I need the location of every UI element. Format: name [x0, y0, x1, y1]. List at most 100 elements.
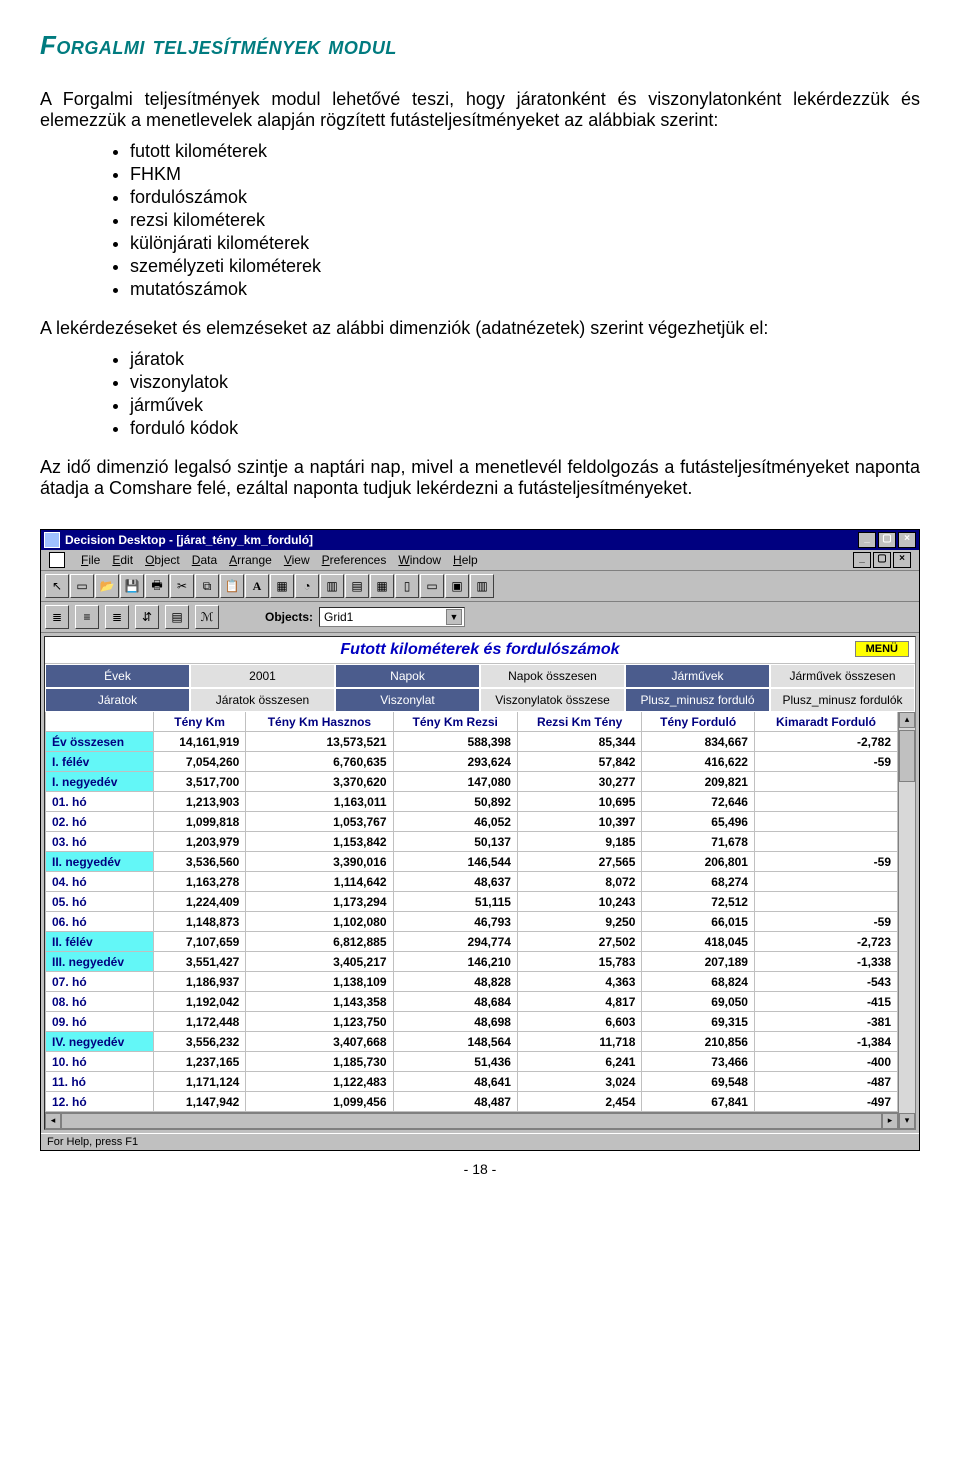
sort-icon[interactable]: ⇵: [135, 605, 159, 629]
cell[interactable]: 10,243: [517, 892, 641, 912]
cell[interactable]: 48,684: [393, 992, 517, 1012]
cell[interactable]: 50,137: [393, 832, 517, 852]
layout-icon[interactable]: ▯: [395, 574, 419, 598]
cell[interactable]: 10,397: [517, 812, 641, 832]
cell[interactable]: 1,153,842: [246, 832, 393, 852]
maximize-button[interactable]: ▢: [878, 532, 896, 548]
cell[interactable]: 69,050: [642, 992, 755, 1012]
cell[interactable]: 1,224,409: [153, 892, 245, 912]
cell[interactable]: 48,828: [393, 972, 517, 992]
table-row[interactable]: II. negyedév3,536,5603,390,016146,54427,…: [46, 852, 898, 872]
cell[interactable]: 1,138,109: [246, 972, 393, 992]
cell[interactable]: 1,172,448: [153, 1012, 245, 1032]
cell[interactable]: 588,398: [393, 732, 517, 752]
cell[interactable]: 73,466: [642, 1052, 755, 1072]
cell[interactable]: 3,556,232: [153, 1032, 245, 1052]
align-center-icon[interactable]: ≡: [75, 605, 99, 629]
cell[interactable]: 1,099,456: [246, 1092, 393, 1112]
menu-button[interactable]: MENÜ: [855, 641, 909, 657]
cell[interactable]: 1,122,483: [246, 1072, 393, 1092]
dimension-header[interactable]: Évek: [45, 664, 190, 688]
paste-icon[interactable]: 📋: [220, 574, 244, 598]
table-row[interactable]: 02. hó1,099,8181,053,76746,05210,39765,4…: [46, 812, 898, 832]
row-header[interactable]: 02. hó: [46, 812, 154, 832]
table-row[interactable]: Év összesen14,161,91913,573,521588,39885…: [46, 732, 898, 752]
print-icon[interactable]: 🖶: [145, 574, 169, 598]
vscroll-thumb[interactable]: [899, 730, 915, 782]
cell[interactable]: 48,641: [393, 1072, 517, 1092]
properties-icon[interactable]: ▤: [165, 605, 189, 629]
cell[interactable]: 1,147,942: [153, 1092, 245, 1112]
menu-file[interactable]: File: [81, 553, 100, 567]
row-header[interactable]: 07. hó: [46, 972, 154, 992]
table-icon[interactable]: ▤: [345, 574, 369, 598]
cell[interactable]: 68,274: [642, 872, 755, 892]
cell[interactable]: 1,185,730: [246, 1052, 393, 1072]
cell[interactable]: 6,241: [517, 1052, 641, 1072]
table-row[interactable]: 05. hó1,224,4091,173,29451,11510,24372,5…: [46, 892, 898, 912]
dimension-header[interactable]: Napok: [335, 664, 480, 688]
mdi-maximize-button[interactable]: ▢: [873, 552, 891, 568]
hscroll-thumb[interactable]: [61, 1113, 882, 1129]
sheet-icon[interactable]: ▦: [370, 574, 394, 598]
cell[interactable]: 66,015: [642, 912, 755, 932]
horizontal-scrollbar[interactable]: ◂ ▸: [45, 1112, 898, 1129]
panel-icon[interactable]: ▣: [445, 574, 469, 598]
row-header[interactable]: 12. hó: [46, 1092, 154, 1112]
cell[interactable]: 27,565: [517, 852, 641, 872]
form-icon[interactable]: ▭: [420, 574, 444, 598]
cell[interactable]: 57,842: [517, 752, 641, 772]
cell[interactable]: 3,407,668: [246, 1032, 393, 1052]
cell[interactable]: 72,646: [642, 792, 755, 812]
table-row[interactable]: IV. negyedév3,556,2323,407,668148,56411,…: [46, 1032, 898, 1052]
data-grid[interactable]: Tény KmTény Km HasznosTény Km RezsiRezsi…: [45, 712, 898, 1112]
column-header[interactable]: Tény Km Hasznos: [246, 712, 393, 732]
column-header[interactable]: Tény Km Rezsi: [393, 712, 517, 732]
column-header[interactable]: Rezsi Km Tény: [517, 712, 641, 732]
menu-data[interactable]: Data: [192, 553, 217, 567]
table-row[interactable]: 11. hó1,171,1241,122,48348,6413,02469,54…: [46, 1072, 898, 1092]
cell[interactable]: -400: [754, 1052, 897, 1072]
cell[interactable]: 1,114,642: [246, 872, 393, 892]
cell[interactable]: 1,123,750: [246, 1012, 393, 1032]
cell[interactable]: -415: [754, 992, 897, 1012]
row-header[interactable]: III. negyedév: [46, 952, 154, 972]
table-row[interactable]: I. félév7,054,2606,760,635293,62457,8424…: [46, 752, 898, 772]
cell[interactable]: 48,487: [393, 1092, 517, 1112]
table-row[interactable]: III. negyedév3,551,4273,405,217146,21015…: [46, 952, 898, 972]
cell[interactable]: [754, 892, 897, 912]
menu-help[interactable]: Help: [453, 553, 478, 567]
column-header[interactable]: Tény Km: [153, 712, 245, 732]
cell[interactable]: 11,718: [517, 1032, 641, 1052]
objects-combo[interactable]: Grid1: [319, 607, 465, 627]
cell[interactable]: -2,723: [754, 932, 897, 952]
row-header[interactable]: Év összesen: [46, 732, 154, 752]
cell[interactable]: 1,173,294: [246, 892, 393, 912]
cell[interactable]: 6,603: [517, 1012, 641, 1032]
row-header[interactable]: 06. hó: [46, 912, 154, 932]
cell[interactable]: 65,496: [642, 812, 755, 832]
menu-edit[interactable]: Edit: [112, 553, 133, 567]
cell[interactable]: -59: [754, 752, 897, 772]
save-icon[interactable]: 💾: [120, 574, 144, 598]
row-header[interactable]: 01. hó: [46, 792, 154, 812]
cell[interactable]: 418,045: [642, 932, 755, 952]
cell[interactable]: 1,186,937: [153, 972, 245, 992]
row-header[interactable]: II. negyedév: [46, 852, 154, 872]
cell[interactable]: 15,783: [517, 952, 641, 972]
table-row[interactable]: II. félév7,107,6596,812,885294,77427,502…: [46, 932, 898, 952]
cell[interactable]: 1,237,165: [153, 1052, 245, 1072]
dimension-header[interactable]: Járművek: [625, 664, 770, 688]
cell[interactable]: 1,053,767: [246, 812, 393, 832]
cell[interactable]: -381: [754, 1012, 897, 1032]
cell[interactable]: 210,856: [642, 1032, 755, 1052]
cell[interactable]: 9,250: [517, 912, 641, 932]
table-row[interactable]: 03. hó1,203,9791,153,84250,1379,18571,67…: [46, 832, 898, 852]
row-header[interactable]: 03. hó: [46, 832, 154, 852]
pointer-tool-icon[interactable]: ↖: [45, 574, 69, 598]
menu-arrange[interactable]: Arrange: [229, 553, 272, 567]
scroll-down-icon[interactable]: ▾: [899, 1113, 915, 1129]
scroll-left-icon[interactable]: ◂: [45, 1113, 61, 1129]
cell[interactable]: 147,080: [393, 772, 517, 792]
cell[interactable]: 10,695: [517, 792, 641, 812]
